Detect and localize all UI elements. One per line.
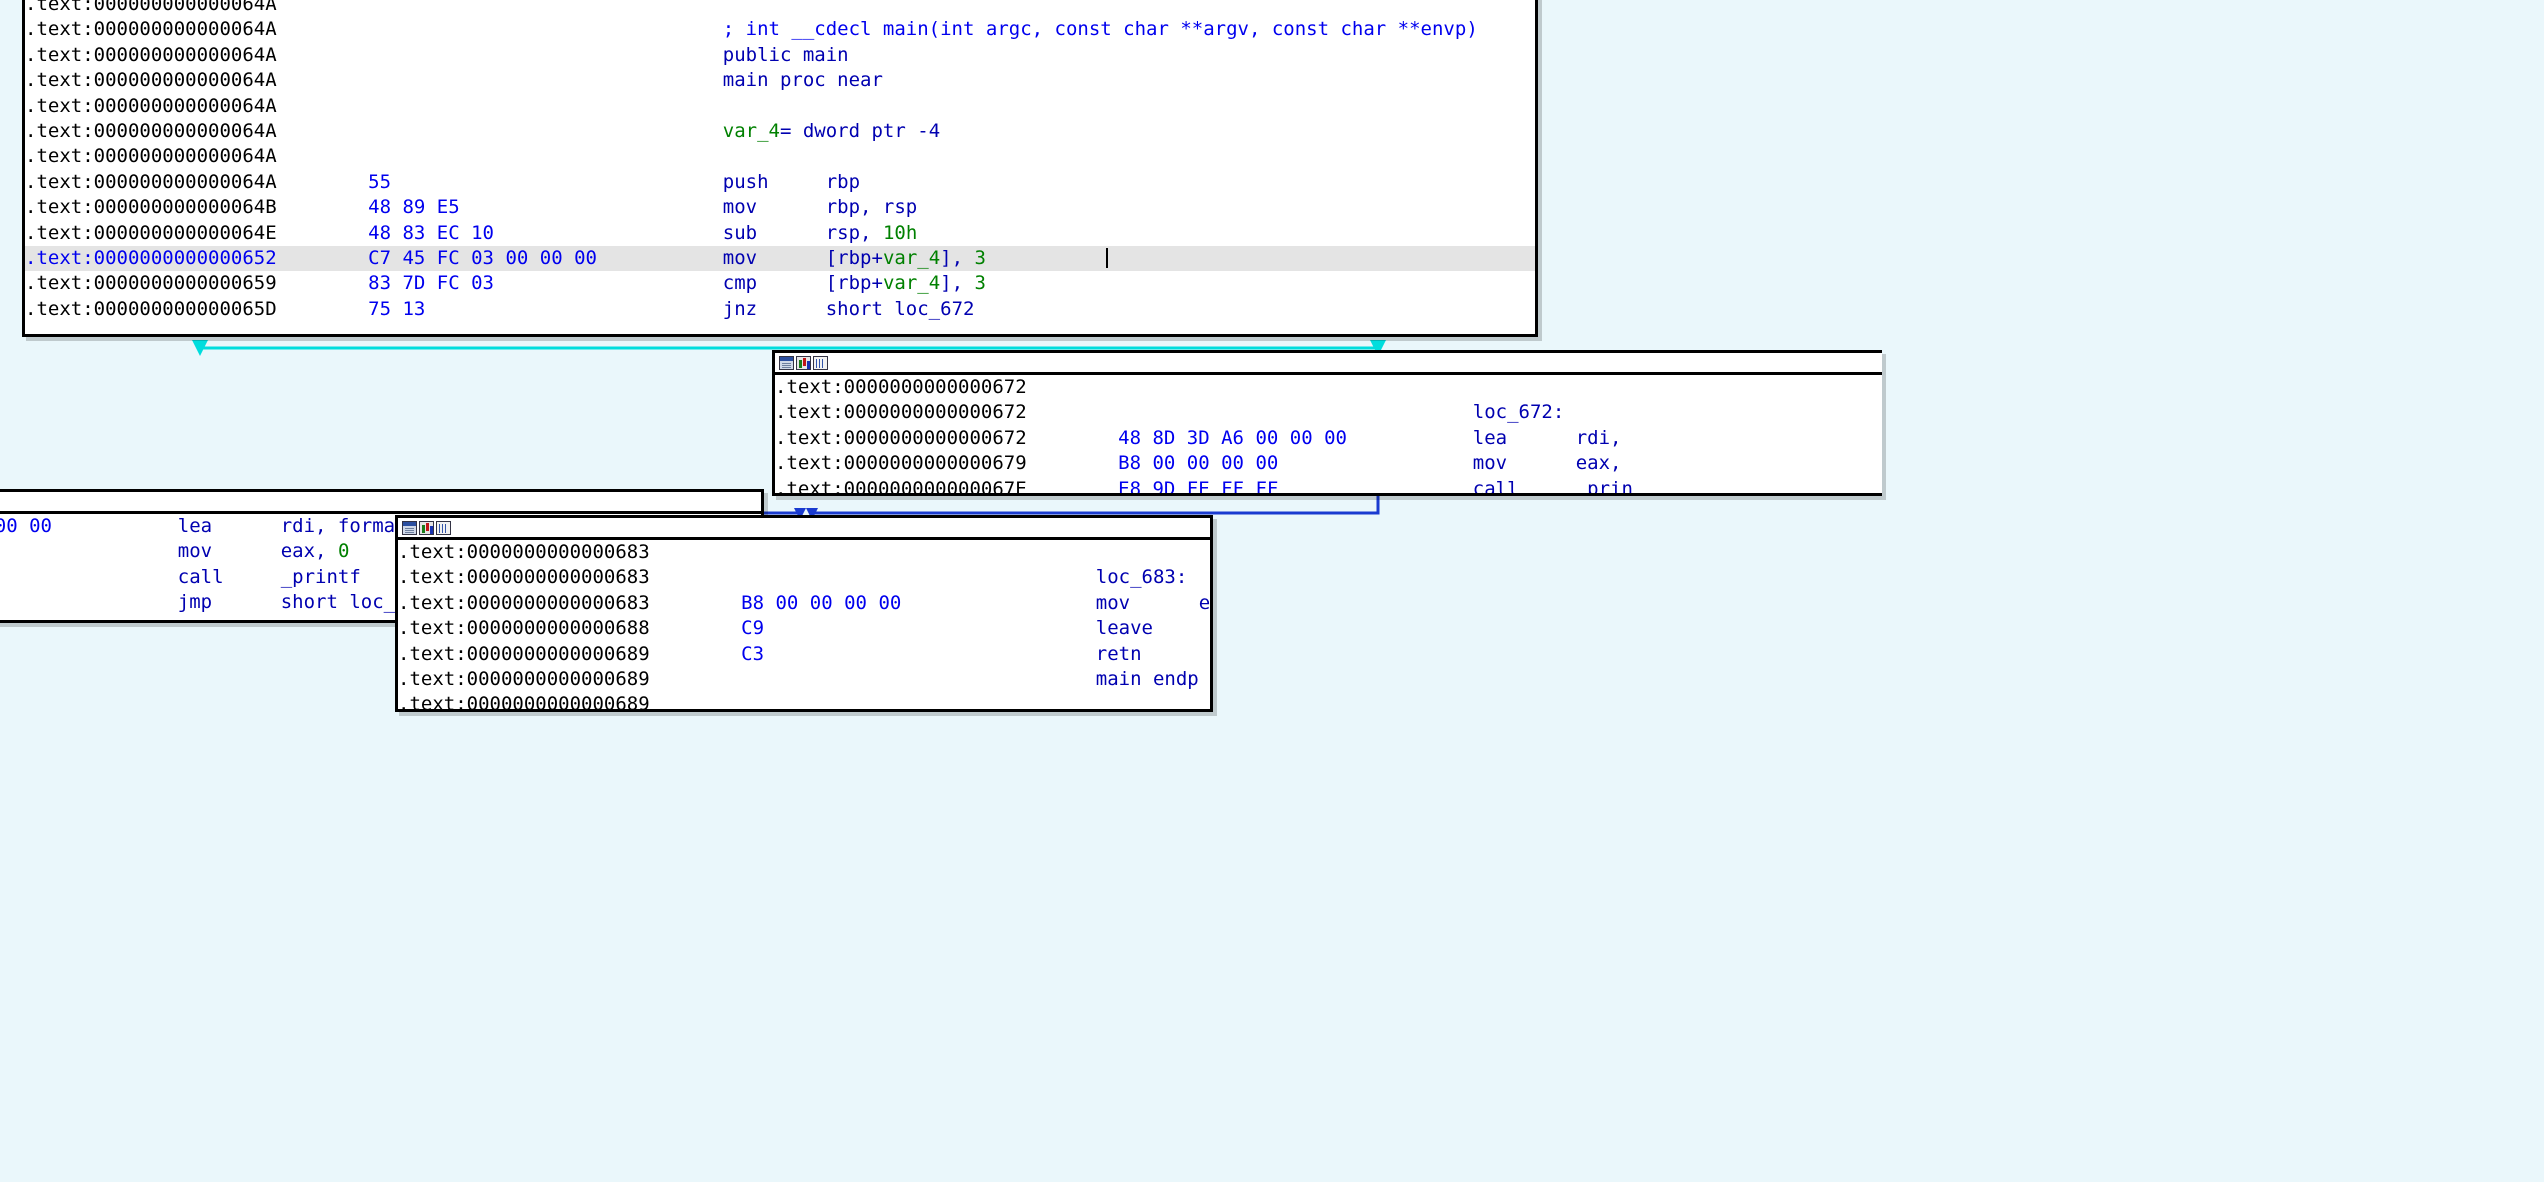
block-loc672-body: .text:0000000000000672 .text:00000000000… [775, 375, 1882, 493]
block-main-entry[interactable]: .text:000000000000064A .text:00000000000… [22, 0, 1538, 337]
disasm-line[interactable]: .text:000000000000064A ; int __cdecl mai… [25, 17, 1535, 42]
text-caret [1105, 247, 1108, 268]
grid-icon [813, 355, 828, 370]
disasm-line[interactable]: .text:000000000000064A main proc near [25, 68, 1535, 93]
disasm-line[interactable]: .text:0000000000000688 C9 leave [398, 616, 1210, 641]
disasm-line[interactable]: .text:0000000000000689 main endp [398, 667, 1210, 692]
disasm-line[interactable]: .text:000000000000064A var_4= dword ptr … [25, 119, 1535, 144]
disasm-line[interactable]: .text:0000000000000672 [775, 375, 1882, 400]
disasm-line[interactable]: .text:0000000000000689 [398, 692, 1210, 709]
chart-icon [419, 520, 434, 535]
disasm-line[interactable]: .text:0000000000000683 B8 00 00 00 00 mo… [398, 591, 1210, 616]
window-icon [402, 520, 417, 535]
block-printf-titlebar[interactable] [0, 492, 761, 514]
disasm-line[interactable]: .text:000000000000064E 48 83 EC 10 sub r… [25, 221, 1535, 246]
block-loc-672[interactable]: .text:0000000000000672 .text:00000000000… [772, 350, 1882, 496]
disasm-line[interactable]: .text:000000000000064A public main [25, 43, 1535, 68]
block-loc683-body: .text:0000000000000683 .text:00000000000… [398, 540, 1210, 709]
disasm-line[interactable]: .text:0000000000000683 loc_683: [398, 565, 1210, 590]
disasm-line[interactable]: .text:000000000000064A [25, 94, 1535, 119]
block-loc672-titlebar[interactable] [775, 353, 1882, 375]
chart-icon [796, 355, 811, 370]
disasm-line[interactable]: .text:0000000000000672 loc_672: [775, 400, 1882, 425]
window-icon [779, 355, 794, 370]
disasm-line[interactable]: .text:0000000000000652 C7 45 FC 03 00 00… [25, 245, 1535, 272]
disasm-line[interactable]: .text:000000000000064A 55 push rbp [25, 170, 1535, 195]
disasm-line[interactable]: .text:000000000000065D 75 13 jnz short l… [25, 297, 1535, 322]
disasm-line[interactable]: .text:0000000000000683 [398, 540, 1210, 565]
disasm-line[interactable]: .text:0000000000000689 C3 retn [398, 642, 1210, 667]
disasm-line[interactable]: .text:0000000000000672 48 8D 3D A6 00 00… [775, 426, 1882, 451]
disasm-line[interactable]: .text:000000000000067E E8 9D FE FF FF ca… [775, 477, 1882, 493]
disasm-line[interactable]: .text:0000000000000659 83 7D FC 03 cmp [… [25, 271, 1535, 296]
arrowhead-true-printf [192, 340, 208, 356]
graph-canvas[interactable]: .text:000000000000064A .text:00000000000… [0, 0, 2544, 1182]
disasm-line[interactable]: .text:0000000000000679 B8 00 00 00 00 mo… [775, 451, 1882, 476]
block-main-entry-body: .text:000000000000064A .text:00000000000… [25, 0, 1535, 323]
disasm-line[interactable]: .text:000000000000064A [25, 0, 1535, 17]
disasm-line[interactable]: .text:000000000000064A [25, 144, 1535, 169]
grid-icon [436, 520, 451, 535]
block-loc683-titlebar[interactable] [398, 518, 1210, 540]
block-loc-683[interactable]: .text:0000000000000683 .text:00000000000… [395, 515, 1213, 712]
disasm-line[interactable]: .text:000000000000064B 48 89 E5 mov rbp,… [25, 195, 1535, 220]
